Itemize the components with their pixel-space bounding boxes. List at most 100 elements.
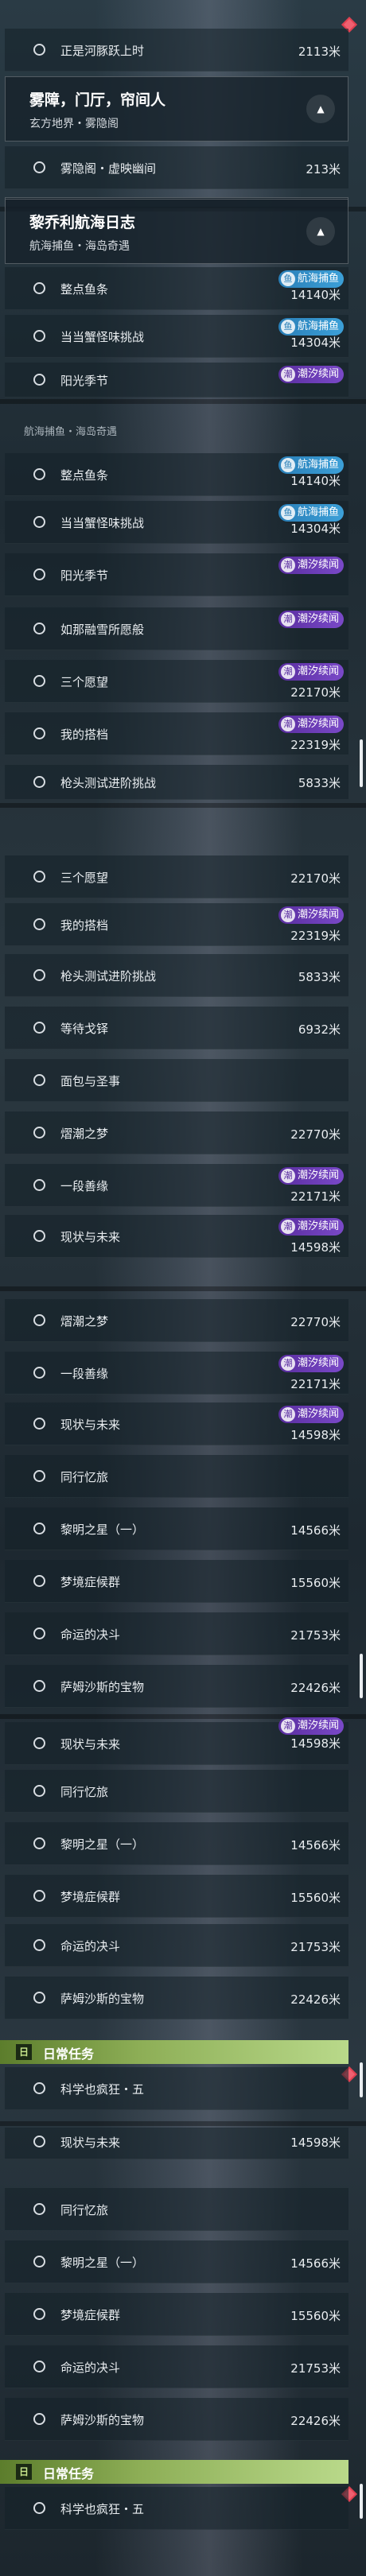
task-name: 阳光季节 — [60, 568, 109, 583]
task-row[interactable]: 熠潮之梦 22770米 — [5, 1299, 348, 1342]
radio-icon — [33, 2361, 45, 2372]
task-row[interactable]: 阳光季节 潮潮汐续闻 — [5, 363, 348, 398]
task-row[interactable]: 三个愿望 22170米 — [5, 855, 348, 898]
task-name: 现状与未来 — [60, 1418, 121, 1432]
task-distance: 22426米 — [290, 2414, 341, 2428]
task-row[interactable]: 我的搭档 潮潮汐续闻 22319米 — [5, 712, 348, 755]
task-row[interactable]: 熠潮之梦 22770米 — [5, 1111, 348, 1154]
task-row[interactable]: 同行忆旅 — [5, 1455, 348, 1498]
task-distance: 22770米 — [290, 1315, 341, 1329]
task-row[interactable]: 科学也疯狂・五 — [5, 2487, 348, 2530]
radio-icon — [33, 969, 45, 981]
task-row[interactable]: 萨姆沙斯的宝物 22426米 — [5, 2398, 348, 2441]
task-row[interactable]: 梦境症候群 15560米 — [5, 2293, 348, 2336]
task-name: 黎明之星（一） — [60, 2256, 145, 2270]
task-row[interactable]: 正是河豚跃上时 2113米 — [5, 29, 348, 72]
task-row[interactable]: 等待戈铎 6932米 — [5, 1007, 348, 1049]
task-distance: 22770米 — [290, 1127, 341, 1142]
task-name: 我的搭档 — [60, 727, 109, 742]
task-row[interactable]: 梦境症候群 15560米 — [5, 1875, 348, 1918]
task-name: 萨姆沙斯的宝物 — [60, 1680, 145, 1694]
task-row[interactable]: 命运的决斗 21753米 — [5, 1612, 348, 1655]
radio-icon — [33, 330, 45, 342]
task-distance: 21753米 — [290, 2361, 341, 2376]
event-badge: 潮潮汐续闻 — [278, 366, 344, 383]
task-row[interactable]: 雾隐阁・虚映幽间 213米 — [5, 146, 348, 189]
chevron-up-icon[interactable]: ▲ — [306, 217, 335, 246]
task-name: 命运的决斗 — [60, 1627, 121, 1642]
task-row[interactable]: 黎明之星（一） 14566米 — [5, 1822, 348, 1865]
scrollbar[interactable] — [360, 2062, 363, 2097]
task-row[interactable]: 黎明之星（一） 14566米 — [5, 1507, 348, 1550]
task-row[interactable]: 如那融雪所愿般 潮潮汐续闻 — [5, 607, 348, 650]
task-row[interactable]: 科学也疯狂・五 — [5, 2067, 348, 2110]
task-distance: 15560米 — [290, 1891, 341, 1905]
task-row[interactable]: 当当蟹怪味挑战 鱼航海捕鱼 14304米 — [5, 501, 348, 544]
task-row[interactable]: 整点鱼条 鱼航海捕鱼 14140米 — [5, 267, 348, 310]
task-row[interactable]: 枪头测试进阶挑战 5833米 — [5, 954, 348, 997]
task-row[interactable]: 现状与未来 潮潮汐续闻 14598米 — [5, 1215, 348, 1258]
task-row[interactable]: 命运的决斗 21753米 — [5, 2345, 348, 2388]
task-row[interactable]: 萨姆沙斯的宝物 22426米 — [5, 1977, 348, 2019]
task-distance: 21753米 — [290, 1628, 341, 1643]
fishing-icon: 鱼 — [280, 458, 295, 472]
task-name: 梦境症候群 — [60, 1575, 121, 1589]
event-badge: 鱼航海捕鱼 — [278, 456, 344, 474]
task-name: 现状与未来 — [60, 1230, 121, 1244]
task-row[interactable]: 当当蟹怪味挑战 鱼航海捕鱼 14304米 — [5, 315, 348, 358]
task-row[interactable]: 现状与未来 14598米 — [5, 2128, 348, 2159]
task-row[interactable]: 一段善缘 潮潮汐续闻 22171米 — [5, 1164, 348, 1207]
task-name: 枪头测试进阶挑战 — [60, 969, 157, 983]
radio-icon — [33, 1737, 45, 1749]
task-row[interactable]: 萨姆沙斯的宝物 22426米 — [5, 1665, 348, 1708]
task-distance: 14598米 — [290, 1240, 341, 1255]
task-name: 命运的决斗 — [60, 1939, 121, 1953]
task-row[interactable]: 现状与未来 潮潮汐续闻 14598米 — [5, 1402, 348, 1445]
task-row[interactable]: 同行忆旅 — [5, 2188, 348, 2231]
task-row[interactable]: 阳光季节 潮潮汐续闻 — [5, 553, 348, 596]
task-row[interactable]: 现状与未来 潮潮汐续闻 14598米 — [5, 1717, 348, 1765]
task-name: 正是河豚跃上时 — [60, 44, 145, 58]
event-badge: 潮潮汐续闻 — [278, 1167, 344, 1185]
daily-tasks-header[interactable]: 日 日常任务 — [0, 2460, 348, 2484]
task-row[interactable]: 黎明之星（一） 14566米 — [5, 2240, 348, 2283]
radio-icon — [33, 2082, 45, 2094]
task-distance: 14566米 — [290, 1523, 341, 1538]
task-name: 梦境症候群 — [60, 2308, 121, 2322]
task-distance: 22426米 — [290, 1992, 341, 2007]
radio-icon — [33, 623, 45, 634]
task-distance: 14598米 — [290, 1736, 341, 1751]
scrollbar[interactable] — [360, 739, 363, 787]
daily-tasks-title: 日常任务 — [43, 2466, 95, 2481]
tide-icon: 潮 — [280, 717, 295, 731]
task-distance: 14566米 — [290, 1838, 341, 1852]
task-row[interactable]: 同行忆旅 — [5, 1770, 348, 1813]
task-name: 熠潮之梦 — [60, 1314, 109, 1329]
task-row[interactable]: 面包与圣事 — [5, 1059, 348, 1102]
radio-icon — [33, 1074, 45, 1086]
scrollbar[interactable] — [360, 1654, 363, 1698]
task-row[interactable]: 一段善缘 潮潮汐续闻 22171米 — [5, 1352, 348, 1395]
radio-icon — [33, 516, 45, 528]
task-row[interactable]: 我的搭档 潮潮汐续闻 22319米 — [5, 903, 348, 946]
task-row[interactable]: 枪头测试进阶挑战 5833米 — [5, 765, 348, 800]
daily-tasks-header[interactable]: 日 日常任务 — [0, 2040, 348, 2064]
task-distance: 14598米 — [290, 2136, 341, 2150]
frame-seam — [0, 803, 366, 808]
task-row[interactable]: 三个愿望 潮潮汐续闻 22170米 — [5, 660, 348, 703]
chevron-up-icon[interactable]: ▲ — [306, 95, 335, 123]
task-name: 枪头测试进阶挑战 — [60, 776, 157, 790]
group-header[interactable]: 黎乔利航海日志 航海捕鱼・海岛奇遇 ▲ — [5, 199, 348, 264]
tide-icon: 潮 — [280, 558, 295, 572]
task-row[interactable]: 整点鱼条 鱼航海捕鱼 14140米 — [5, 453, 348, 496]
scrollbar[interactable] — [360, 2484, 363, 2519]
group-header[interactable]: 雾障，门厅，帘间人 玄方地界・雾隐阁 ▲ — [5, 76, 348, 142]
task-row[interactable]: 梦境症候群 15560米 — [5, 1560, 348, 1603]
task-distance: 15560米 — [290, 1576, 341, 1590]
task-name: 雾隐阁・虚映幽间 — [60, 161, 157, 176]
task-row[interactable]: 命运的决斗 21753米 — [5, 1924, 348, 1967]
radio-icon — [33, 1314, 45, 1326]
task-name: 面包与圣事 — [60, 1074, 121, 1088]
radio-icon — [33, 871, 45, 883]
radio-icon — [33, 1575, 45, 1587]
